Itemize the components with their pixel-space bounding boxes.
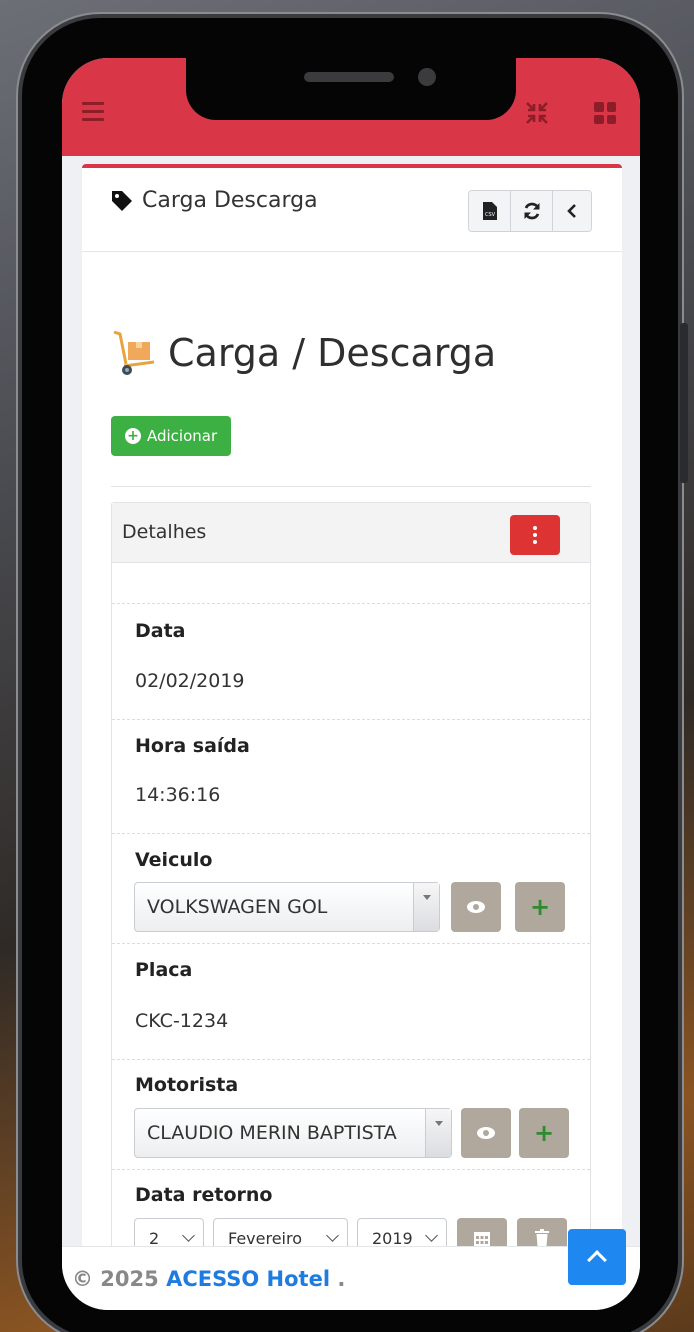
copyright-prefix: © 2025 — [72, 1267, 167, 1291]
back-button[interactable] — [553, 191, 591, 231]
chevron-down-icon — [425, 1229, 438, 1242]
page-title: Carga / Descarga — [110, 328, 496, 378]
plus-icon: + — [529, 893, 551, 921]
add-button-label: Adicionar — [147, 427, 218, 445]
driver-select[interactable]: CLAUDIO MERIN BAPTISTA — [134, 1108, 452, 1158]
copyright-suffix: . — [330, 1267, 346, 1291]
chevron-up-icon — [587, 1250, 607, 1270]
dropdown-arrow-icon — [413, 883, 439, 931]
content-card: Carga Descarga CSV Carga / Descarga + Ad… — [82, 164, 622, 1254]
vehicle-select[interactable]: VOLKSWAGEN GOL — [134, 882, 440, 932]
field-value: CKC-1234 — [135, 1010, 229, 1032]
chevron-down-icon — [182, 1229, 195, 1242]
tag-icon — [112, 190, 132, 211]
field-motorista: Motorista CLAUDIO MERIN BAPTISTA + — [112, 1059, 590, 1169]
hamburger-menu-icon[interactable] — [82, 102, 104, 126]
field-data: Data 02/02/2019 — [112, 603, 590, 719]
field-label: Data — [135, 620, 186, 642]
brand-link[interactable]: ACESSO Hotel — [166, 1267, 330, 1291]
field-label: Hora saída — [135, 735, 250, 757]
card-title: Carga Descarga — [110, 188, 318, 213]
device-notch — [186, 58, 516, 120]
copyright-text: © 2025 ACESSO Hotel . — [72, 1267, 345, 1291]
add-driver-button[interactable]: + — [519, 1108, 569, 1158]
details-panel: Detalhes Data 02/02/2019 Hora saída 14:3… — [111, 502, 591, 1254]
export-csv-button[interactable]: CSV — [469, 191, 511, 231]
field-value: 02/02/2019 — [135, 670, 245, 692]
compress-icon[interactable] — [524, 100, 550, 126]
view-driver-button[interactable] — [461, 1108, 511, 1158]
card-title-text: Carga Descarga — [142, 188, 318, 213]
kebab-dot-icon — [533, 540, 537, 544]
field-label: Motorista — [135, 1074, 239, 1096]
refresh-icon — [524, 202, 539, 220]
add-vehicle-button[interactable]: + — [515, 882, 565, 932]
options-button[interactable] — [510, 515, 560, 555]
chevron-left-icon — [567, 204, 576, 218]
dropdown-arrow-icon — [425, 1109, 451, 1157]
chevron-down-icon — [326, 1229, 339, 1242]
side-button — [680, 323, 688, 483]
card-toolbar: CSV — [468, 190, 592, 232]
footer: © 2025 ACESSO Hotel . — [62, 1229, 640, 1310]
apps-grid-icon[interactable] — [594, 102, 616, 124]
trash-icon — [535, 1229, 549, 1246]
csv-file-icon: CSV — [482, 202, 497, 220]
plus-icon: + — [533, 1119, 555, 1147]
vehicle-select-value: VOLKSWAGEN GOL — [147, 896, 328, 918]
field-hora-saida: Hora saída 14:36:16 — [112, 719, 590, 833]
panel-title: Detalhes — [122, 521, 207, 543]
driver-select-value: CLAUDIO MERIN BAPTISTA — [147, 1122, 397, 1144]
eye-icon — [467, 901, 485, 913]
view-vehicle-button[interactable] — [451, 882, 501, 932]
panel-header: Detalhes — [112, 503, 590, 563]
kebab-dot-icon — [533, 533, 537, 537]
field-label: Data retorno — [135, 1184, 273, 1206]
hand-truck-icon — [113, 330, 155, 375]
phone-frame: Carga Descarga CSV Carga / Descarga + Ad… — [22, 18, 688, 1332]
calendar-icon — [474, 1232, 490, 1246]
scroll-to-top-button[interactable] — [568, 1229, 626, 1285]
field-placa: Placa CKC-1234 — [112, 943, 590, 1059]
field-value: 14:36:16 — [135, 784, 221, 806]
plus-circle-icon: + — [125, 428, 141, 444]
field-label: Placa — [135, 959, 193, 981]
screen: Carga Descarga CSV Carga / Descarga + Ad… — [62, 58, 640, 1310]
divider — [111, 486, 591, 487]
page-heading: Carga / Descarga — [168, 331, 497, 375]
field-label: Veiculo — [135, 849, 213, 871]
kebab-dot-icon — [533, 526, 537, 530]
refresh-button[interactable] — [511, 191, 553, 231]
card-header: Carga Descarga CSV — [82, 168, 622, 252]
field-veiculo: Veiculo VOLKSWAGEN GOL + — [112, 833, 590, 943]
add-button[interactable]: + Adicionar — [111, 416, 232, 456]
svg-text:CSV: CSV — [484, 212, 495, 218]
field-data-retorno: Data retorno 2 Fevereiro 2019 — [112, 1169, 590, 1254]
eye-icon — [477, 1127, 495, 1139]
